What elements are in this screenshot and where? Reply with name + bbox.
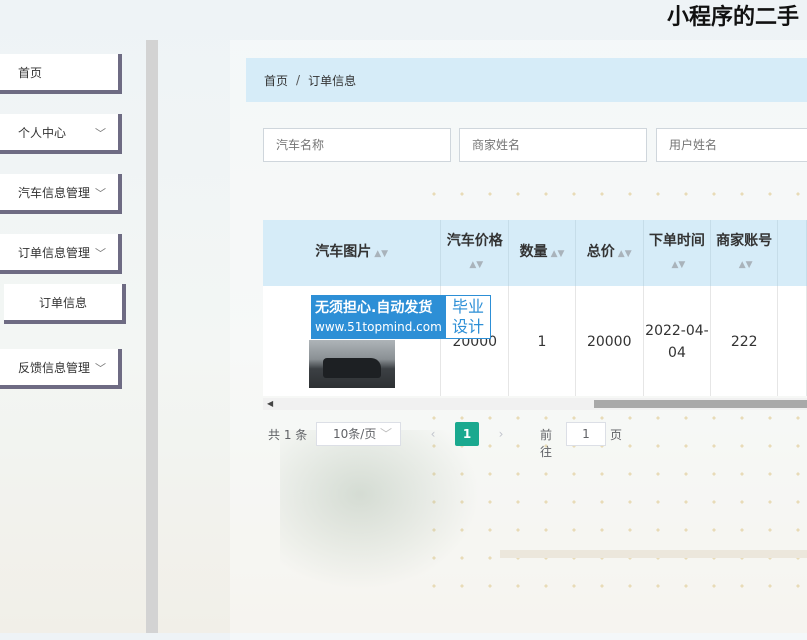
sidebar: 首页 个人中心 ﹀ 汽车信息管理 ﹀ 订单信息管理 ﹀ 订单信息 反馈信息管理 … <box>0 40 145 633</box>
scroll-left-icon[interactable]: ◀ <box>267 398 273 410</box>
watermark-text: 无须担心.自动发货 www.51topmind.com <box>311 295 445 339</box>
watermark-banner: 无须担心.自动发货 www.51topmind.com 毕业 设计 <box>311 295 491 339</box>
breadcrumb-current: 订单信息 <box>308 73 357 88</box>
column-header-more <box>777 220 807 286</box>
breadcrumb-home[interactable]: 首页 <box>264 72 288 89</box>
menu-item-order-info-mgmt[interactable]: 订单信息管理 ﹀ <box>0 234 122 274</box>
chevron-down-icon: ﹀ <box>379 427 392 441</box>
goto-unit: 页 <box>610 428 623 442</box>
column-header-total[interactable]: 总价 ▲▼ <box>575 220 644 286</box>
submenu-item-order-info[interactable]: 订单信息 <box>4 284 126 324</box>
chevron-down-icon: ﹀ <box>95 127 106 140</box>
menu-item-label: 反馈信息管理 <box>18 360 91 375</box>
page-number-current[interactable]: 1 <box>455 422 479 446</box>
pagination-total: 共 1 条 <box>268 428 308 442</box>
menu-item-car-info[interactable]: 汽车信息管理 ﹀ <box>0 174 122 214</box>
background-shelf <box>500 550 807 558</box>
watermark-badge: 毕业 设计 <box>445 295 491 339</box>
menu-item-label: 订单信息 <box>38 295 87 310</box>
menu-item-label: 汽车信息管理 <box>18 185 91 200</box>
menu-item-label: 个人中心 <box>18 125 67 140</box>
table-header-row: 汽车图片 ▲▼ 汽车价格▲▼ 数量 ▲▼ 总价 ▲▼ 下单时间▲▼ 商家账号▲▼ <box>263 220 807 286</box>
column-header-car-image[interactable]: 汽车图片 ▲▼ <box>263 220 442 286</box>
chevron-down-icon: ﹀ <box>95 187 106 200</box>
goto-label: 前往 <box>540 428 553 459</box>
app-title: 小程序的二手 <box>667 5 800 30</box>
table-horizontal-scrollbar[interactable]: ◀ <box>263 398 807 410</box>
sort-icon[interactable]: ▲▼ <box>618 249 632 259</box>
chevron-down-icon: ﹀ <box>95 362 106 375</box>
breadcrumb-separator: / <box>296 73 301 87</box>
sort-icon[interactable]: ▲▼ <box>739 260 753 270</box>
page-size-select[interactable]: 10条/页 ﹀ <box>316 422 401 446</box>
next-page-icon[interactable]: › <box>490 422 512 446</box>
column-header-merchant-account[interactable]: 商家账号▲▼ <box>710 220 779 286</box>
goto-page-input[interactable] <box>566 422 606 446</box>
cell-quantity: 1 <box>508 286 576 396</box>
car-thumbnail[interactable] <box>308 339 395 388</box>
sort-icon[interactable]: ▲▼ <box>672 260 686 270</box>
cell-order-time: 2022-04-04 <box>643 286 712 396</box>
sort-icon[interactable]: ▲▼ <box>469 260 483 270</box>
user-name-input[interactable] <box>656 128 807 162</box>
cell-merchant-account: 222 <box>710 286 779 396</box>
column-header-car-price[interactable]: 汽车价格▲▼ <box>440 220 510 286</box>
sidebar-divider <box>146 40 158 633</box>
chevron-down-icon: ﹀ <box>95 247 106 260</box>
menu-item-feedback[interactable]: 反馈信息管理 ﹀ <box>0 349 122 389</box>
merchant-name-input[interactable] <box>459 128 647 162</box>
car-name-input[interactable] <box>263 128 451 162</box>
menu-item-label: 首页 <box>18 65 43 80</box>
cell-total: 20000 <box>575 286 644 396</box>
menu-item-personal-center[interactable]: 个人中心 ﹀ <box>0 114 122 154</box>
menu-item-home[interactable]: 首页 <box>0 54 122 94</box>
prev-page-icon[interactable]: ‹ <box>422 422 444 446</box>
breadcrumb: 首页 / 订单信息 <box>246 58 807 102</box>
background-leaf <box>280 430 480 590</box>
menu-item-label: 订单信息管理 <box>18 245 91 260</box>
scrollbar-thumb[interactable] <box>594 400 807 408</box>
column-header-order-time[interactable]: 下单时间▲▼ <box>643 220 712 286</box>
column-header-quantity[interactable]: 数量 ▲▼ <box>508 220 576 286</box>
cell-more <box>777 286 807 396</box>
sort-icon[interactable]: ▲▼ <box>374 249 388 259</box>
sort-icon[interactable]: ▲▼ <box>551 249 565 259</box>
